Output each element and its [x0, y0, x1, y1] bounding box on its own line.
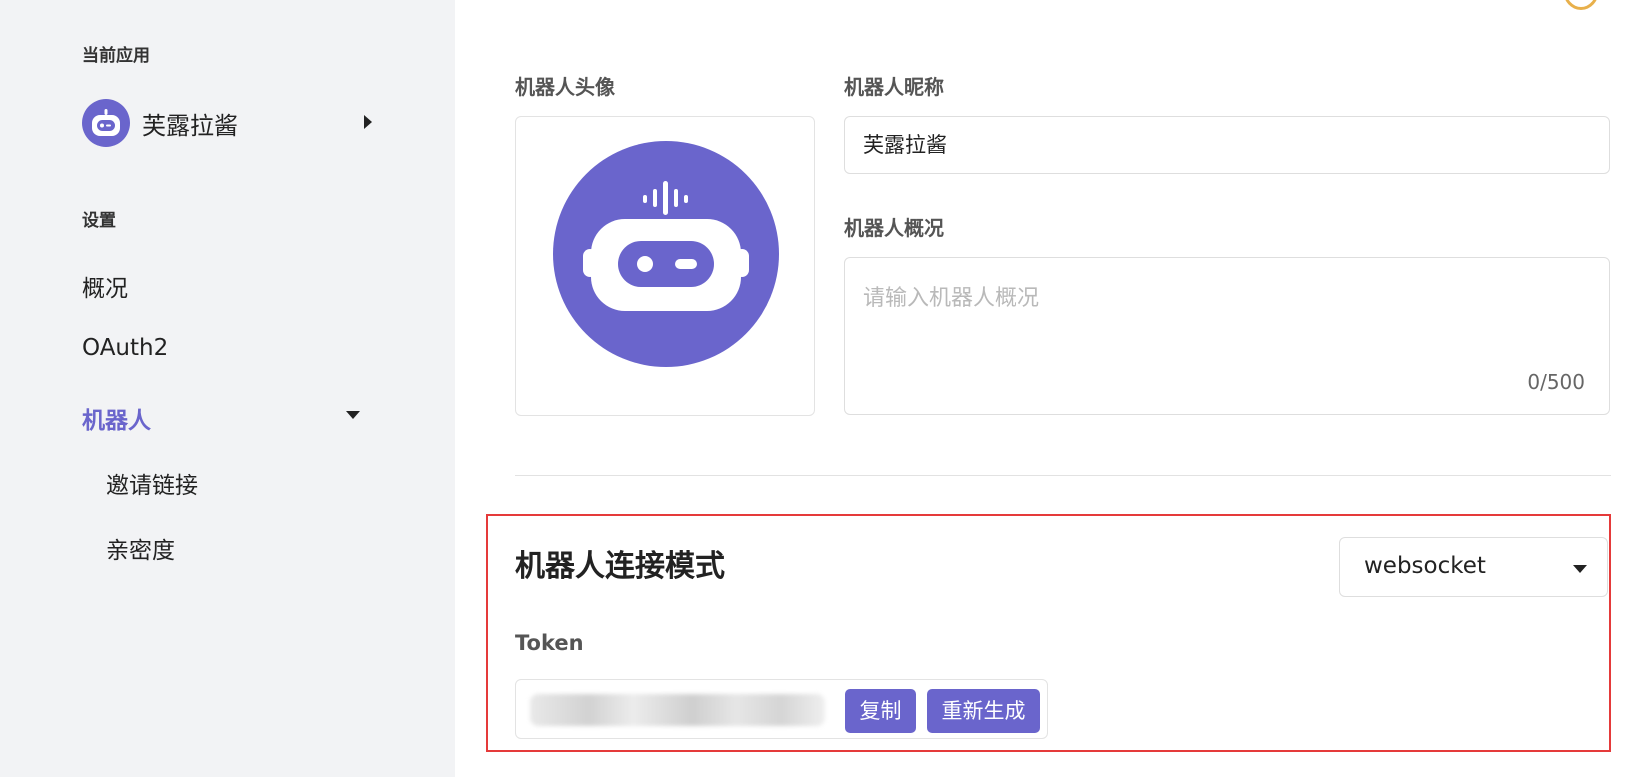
- current-app-label: 当前应用: [82, 46, 150, 66]
- chevron-down-icon: [1573, 565, 1587, 573]
- connection-mode-select[interactable]: websocket: [1339, 537, 1608, 597]
- regenerate-button[interactable]: 重新生成: [927, 689, 1040, 733]
- connection-mode-value: websocket: [1364, 553, 1486, 579]
- caret-down-icon[interactable]: [346, 411, 360, 419]
- robot-avatar-icon: [553, 141, 779, 367]
- summary-label: 机器人概况: [844, 216, 944, 240]
- current-app-selector[interactable]: 芙露拉酱: [82, 99, 372, 147]
- token-value-blurred: [530, 694, 825, 726]
- nickname-label: 机器人昵称: [844, 75, 944, 99]
- connection-mode-title: 机器人连接模式: [515, 549, 725, 584]
- avatar-label: 机器人头像: [515, 75, 615, 99]
- summary-char-counter: 0/500: [1527, 370, 1585, 394]
- summary-placeholder: 请输入机器人概况: [863, 286, 1040, 311]
- section-divider: [515, 475, 1611, 476]
- nav-invite-link[interactable]: 邀请链接: [106, 466, 198, 500]
- nav-robot[interactable]: 机器人: [82, 401, 151, 435]
- robot-avatar-icon: [82, 99, 130, 147]
- token-label: Token: [515, 631, 584, 655]
- settings-label: 设置: [82, 211, 116, 231]
- nav-oauth2[interactable]: OAuth2: [82, 335, 168, 361]
- nav-intimacy[interactable]: 亲密度: [106, 531, 175, 565]
- avatar-upload[interactable]: [515, 116, 815, 416]
- current-app-name: 芙露拉酱: [142, 111, 238, 140]
- nav-overview[interactable]: 概况: [82, 269, 128, 303]
- main-content: 机器人头像 机器人昵称 芙露拉酱 机器人概况 请输入机器人概况 0/500 机器…: [455, 0, 1647, 777]
- copy-button[interactable]: 复制: [845, 689, 916, 733]
- sidebar: 当前应用 芙露拉酱 设置 概况 OAuth2 机器人 邀请链接 亲密度: [0, 0, 455, 777]
- user-avatar-icon[interactable]: [1563, 0, 1599, 10]
- summary-textarea[interactable]: 请输入机器人概况 0/500: [844, 257, 1610, 415]
- token-field[interactable]: 复制 重新生成: [515, 679, 1048, 739]
- caret-right-icon: [364, 115, 372, 129]
- nickname-input[interactable]: 芙露拉酱: [844, 116, 1610, 174]
